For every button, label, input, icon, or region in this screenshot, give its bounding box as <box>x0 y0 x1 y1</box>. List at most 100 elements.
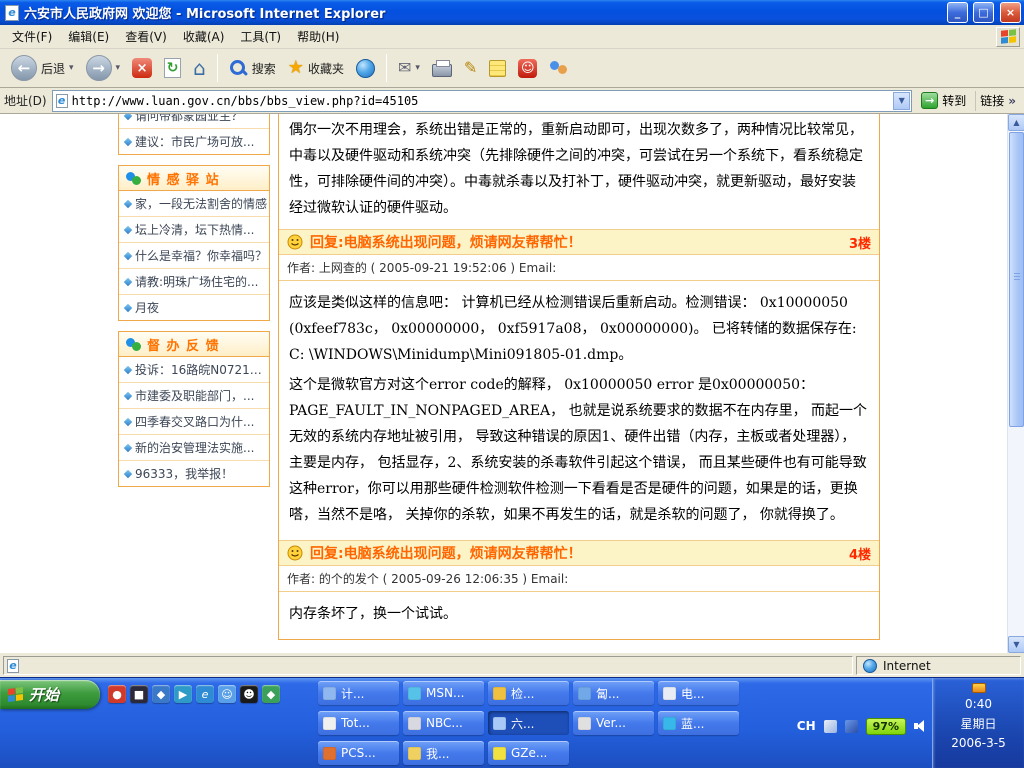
reply-paragraph: 这个是微软官方对这个error code的解释， 0x10000050 erro… <box>279 372 879 528</box>
taskbar: 开始 ●■◆▶e☺☻◆ 计... MSN... 检... 匐... 电... T… <box>0 677 1024 768</box>
menu-item[interactable]: 编辑(E) <box>60 25 117 48</box>
mail-button[interactable]: ✉ ▾ <box>393 52 425 84</box>
go-arrow-icon: → <box>921 92 938 109</box>
taskbar-window-button[interactable]: Ver... <box>573 711 654 735</box>
windows-flag-icon <box>8 687 23 702</box>
links-bar[interactable]: 链接 » <box>975 91 1020 111</box>
taskbar-window-button[interactable]: 蓝... <box>658 711 739 735</box>
minimize-button[interactable]: _ <box>947 2 968 23</box>
forward-dropdown-icon[interactable]: ▾ <box>116 63 121 73</box>
menu-item[interactable]: 收藏(A) <box>175 25 233 48</box>
maximize-button[interactable]: □ <box>973 2 994 23</box>
taskbar-window-button[interactable]: 检... <box>488 681 569 705</box>
sidebar-link[interactable]: 请问帝都蒙园业主？ <box>119 114 269 129</box>
tray-icon-1[interactable] <box>824 720 837 733</box>
taskbar-window-button[interactable]: 我... <box>403 741 484 765</box>
qq-button[interactable]: ☺ <box>513 52 542 84</box>
bullet-icon <box>124 199 132 207</box>
volume-icon[interactable] <box>914 720 928 732</box>
messenger-button[interactable] <box>484 52 511 84</box>
ime-indicator[interactable]: CH <box>797 719 816 733</box>
taskbar-window-button[interactable]: 匐... <box>573 681 654 705</box>
sidebar-link[interactable]: 坛上冷清，坛下热情... <box>119 217 269 243</box>
sidebar-link[interactable]: 投诉：16路皖N07213... <box>119 357 269 383</box>
close-button[interactable]: × <box>1000 2 1021 23</box>
menu-item[interactable]: 文件(F) <box>4 25 60 48</box>
qq-penguin-icon[interactable]: ☻ <box>240 685 258 703</box>
sidebar-link[interactable]: 四季春交叉路口为什... <box>119 409 269 435</box>
home-icon: ⌂ <box>193 58 206 78</box>
favorites-icon: ★ <box>288 59 304 77</box>
reply-paragraph: 内存条坏了，换一个试试。 <box>279 601 879 627</box>
refresh-icon: ↻ <box>164 58 181 78</box>
sidebar-link[interactable]: 家，一段无法割舍的情感 <box>119 191 269 217</box>
taskbar-window-button[interactable]: 六... <box>488 711 569 735</box>
windows-logo-icon <box>996 27 1020 47</box>
media-button[interactable] <box>351 52 380 84</box>
search-button[interactable]: 搜索 <box>224 52 281 84</box>
taskbar-window-button[interactable]: 电... <box>658 681 739 705</box>
go-button[interactable]: → 转到 <box>917 91 970 110</box>
start-button[interactable]: 开始 <box>0 680 100 709</box>
floor-badge: 4楼 <box>849 544 871 563</box>
back-button[interactable]: ← 后退 ▾ <box>6 52 79 84</box>
quicklaunch-icon-8[interactable]: ◆ <box>262 685 280 703</box>
refresh-button[interactable]: ↻ <box>159 52 186 84</box>
messenger-icon[interactable]: ☺ <box>218 685 236 703</box>
menu-items: 文件(F)编辑(E)查看(V)收藏(A)工具(T)帮助(H) <box>4 25 347 48</box>
stop-button[interactable]: × <box>127 52 157 84</box>
taskbar-window-button[interactable]: 计... <box>318 681 399 705</box>
sidebar-link[interactable]: 96333，我举报！ <box>119 461 269 486</box>
scroll-down-button[interactable]: ▼ <box>1008 636 1024 653</box>
address-label: 地址(D) <box>4 92 47 109</box>
people-button[interactable] <box>544 52 574 84</box>
menu-item[interactable]: 查看(V) <box>117 25 175 48</box>
sidebar-link[interactable]: 建议：市民广场可放... <box>119 129 269 154</box>
clock-panel[interactable]: 0:40 星期日 2006-3-5 <box>932 678 1024 768</box>
taskbar-window-button[interactable]: Tot... <box>318 711 399 735</box>
menu-item[interactable]: 工具(T) <box>232 25 289 48</box>
quicklaunch-icon-2[interactable]: ■ <box>130 685 148 703</box>
menu-item[interactable]: 帮助(H) <box>289 25 347 48</box>
toolbar: ← 后退 ▾ → ▾ × ↻ ⌂ 搜索 ★ 收藏夹 ✉ ▾ ✎ ☺ <box>0 49 1024 88</box>
sidebar-link[interactable]: 月夜 <box>119 295 269 320</box>
stop-icon: × <box>132 58 152 78</box>
tray-icon-2[interactable] <box>845 720 858 733</box>
clock-date: 2006-3-5 <box>951 736 1005 750</box>
address-dropdown-button[interactable]: ▼ <box>893 92 910 110</box>
ie-icon[interactable]: e <box>196 685 214 703</box>
bullet-icon <box>124 137 132 145</box>
window-title: 六安市人民政府网 欢迎您 - Microsoft Internet Explor… <box>24 3 942 22</box>
battery-indicator[interactable]: 97% <box>866 718 906 735</box>
taskbar-window-button[interactable]: NBC... <box>403 711 484 735</box>
system-tray: CH 97% <box>797 714 928 738</box>
edit-button[interactable]: ✎ <box>459 52 482 84</box>
home-button[interactable]: ⌂ <box>188 52 211 84</box>
sidebar-link[interactable]: 市建委及职能部门，... <box>119 383 269 409</box>
window-icon <box>493 747 506 760</box>
scroll-up-button[interactable]: ▲ <box>1008 114 1024 131</box>
forward-button[interactable]: → ▾ <box>81 52 126 84</box>
print-icon <box>432 64 452 77</box>
zone-label: Internet <box>883 659 931 673</box>
favorites-button[interactable]: ★ 收藏夹 <box>283 52 349 84</box>
scrollbar-thumb[interactable] <box>1009 132 1024 427</box>
taskbar-window-button[interactable]: GZe... <box>488 741 569 765</box>
quicklaunch-icon-1[interactable]: ● <box>108 685 126 703</box>
address-input[interactable] <box>72 92 890 110</box>
bullet-icon <box>124 365 132 373</box>
media-player-icon[interactable]: ▶ <box>174 685 192 703</box>
mail-icon: ✉ <box>398 60 411 76</box>
smiley-icon <box>287 545 303 561</box>
sidebar-link[interactable]: 请教:明珠广场住宅的... <box>119 269 269 295</box>
print-button[interactable] <box>427 52 457 84</box>
taskbar-window-button[interactable]: MSN... <box>403 681 484 705</box>
vertical-scrollbar[interactable]: ▲ ▼ <box>1007 114 1024 653</box>
sidebar-link[interactable]: 新的治安管理法实施... <box>119 435 269 461</box>
mail-dropdown-icon[interactable]: ▾ <box>415 63 420 73</box>
taskbar-window-button[interactable]: PCS... <box>318 741 399 765</box>
back-dropdown-icon[interactable]: ▾ <box>69 63 74 73</box>
smiley-icon <box>287 234 303 250</box>
sidebar-link[interactable]: 什么是幸福？你幸福吗？ <box>119 243 269 269</box>
quicklaunch-icon-3[interactable]: ◆ <box>152 685 170 703</box>
